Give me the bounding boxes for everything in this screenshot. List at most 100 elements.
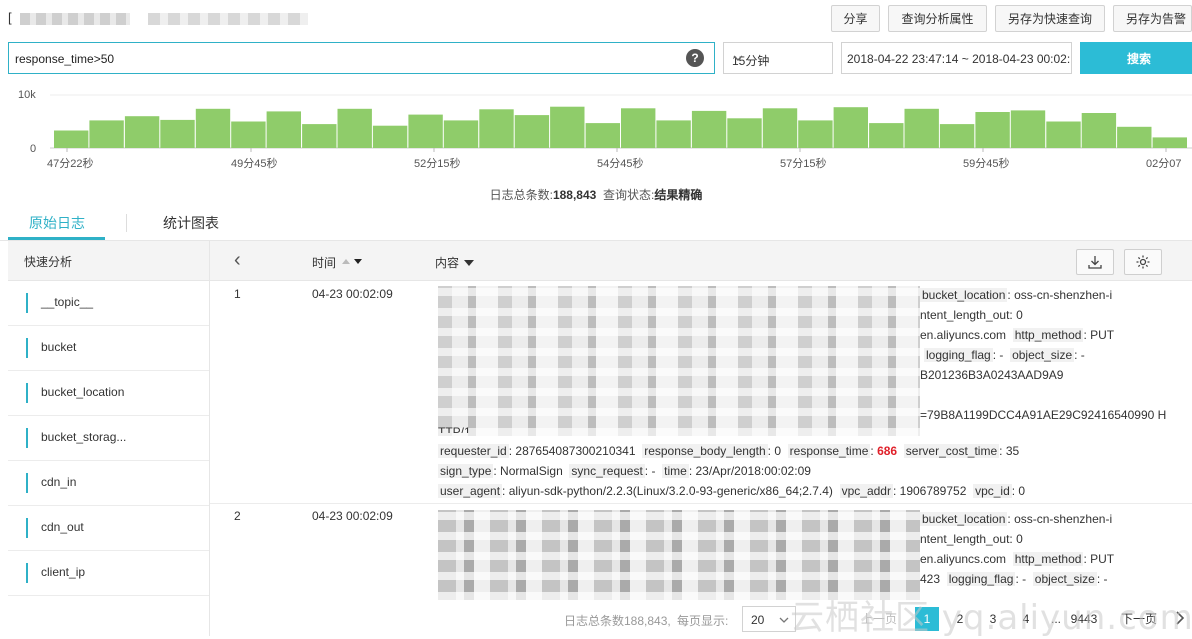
histogram-bar[interactable] [160, 119, 195, 148]
histogram-bar[interactable] [798, 120, 833, 148]
kv-http-version: TTP/1. [438, 425, 475, 433]
per-page-select[interactable]: 20 [742, 606, 796, 632]
field-marker [26, 518, 28, 538]
log-row-2: 2 04-23 00:02:09 bucket_location: oss-cn… [210, 504, 1192, 604]
histogram-bar[interactable] [691, 110, 727, 148]
histogram-bar[interactable] [585, 123, 620, 148]
query-text: response_time>50 [15, 52, 115, 66]
histogram-bar[interactable] [550, 106, 585, 148]
share-button[interactable]: 分享 [831, 5, 880, 32]
content-dropdown-icon[interactable] [463, 256, 475, 270]
histogram-x-label: 49分45秒 [231, 156, 277, 170]
kv-logging-flag: logging_flag: - object_size: - [924, 348, 1085, 362]
histogram-bar[interactable] [1081, 113, 1117, 148]
watermark: 云栖社区 yq.aliyun.com [790, 598, 1192, 638]
sidebar-item-client-ip[interactable]: client_ip [8, 551, 209, 596]
row-time: 04-23 00:02:09 [312, 509, 393, 523]
sidebar-item-bucket[interactable]: bucket [8, 326, 209, 371]
kv-endpoint: en.aliyuncs.com http_method: PUT [920, 328, 1115, 342]
histogram-bar[interactable] [195, 108, 231, 148]
sidebar-item-bucket-storage[interactable]: bucket_storag... [8, 416, 209, 461]
histogram-bar[interactable] [372, 125, 408, 148]
sidebar-item-bucket-location[interactable]: bucket_location [8, 371, 209, 416]
kv-content-length-out: ntent_length_out: 0 [920, 308, 1023, 322]
sidebar-item-label: cdn_out [41, 520, 84, 534]
histogram-x-label: 52分15秒 [414, 156, 460, 170]
query-properties-button[interactable]: 查询分析属性 [888, 5, 987, 32]
histogram-bar[interactable] [1010, 110, 1046, 148]
field-marker [26, 473, 28, 493]
log-table-header: ‹ 时间 内容 [210, 241, 1192, 281]
window-title: [ [8, 10, 308, 28]
histogram-bar[interactable] [337, 108, 372, 148]
kv-logging-flag: 423 logging_flag: - object_size: - [920, 572, 1108, 586]
histogram-bar[interactable] [124, 116, 160, 148]
kv-request-id-tail: B201236B3A0243AAD9A9 [920, 368, 1064, 382]
histogram-bar[interactable] [1046, 121, 1081, 149]
histogram-bar[interactable] [408, 114, 443, 148]
column-time[interactable]: 时间 [312, 254, 336, 271]
row-index: 1 [234, 287, 241, 301]
sort-icon[interactable] [341, 255, 365, 269]
redacted-title [20, 13, 130, 25]
total-count: 188,843 [552, 188, 597, 202]
sidebar-item-topic[interactable]: __topic__ [8, 281, 209, 326]
histogram-bar[interactable] [54, 130, 89, 149]
sidebar-item-cdn-out[interactable]: cdn_out [8, 506, 209, 551]
histogram-x-label: 57分15秒 [780, 156, 826, 170]
histogram-bar[interactable] [975, 112, 1010, 148]
row-time: 04-23 00:02:09 [312, 287, 393, 301]
histogram-bar[interactable] [621, 108, 656, 149]
date-range-input[interactable]: 2018-04-22 23:47:14 ~ 2018-04-23 00:02:1… [841, 42, 1072, 74]
y-axis-zero-label: 0 [30, 143, 36, 155]
tab-raw-logs[interactable]: 原始日志 [29, 213, 85, 233]
per-page-label: 每页显示: [677, 614, 729, 628]
histogram-bar[interactable] [869, 123, 904, 148]
save-as-alert-button[interactable]: 另存为告警 [1113, 5, 1192, 32]
histogram-bar[interactable] [231, 121, 266, 149]
histogram-bar[interactable] [904, 108, 939, 148]
kv-endpoint: en.aliyuncs.com http_method: PUT [920, 552, 1115, 566]
histogram-bar[interactable] [833, 107, 868, 148]
histogram-bar[interactable] [89, 120, 124, 148]
row-index: 2 [234, 509, 241, 523]
help-icon[interactable]: ? [686, 49, 704, 67]
histogram-bar[interactable] [939, 124, 975, 148]
settings-button[interactable] [1124, 249, 1162, 275]
sidebar-item-label: bucket [41, 340, 77, 354]
query-input[interactable]: response_time>50 ? [8, 42, 715, 74]
kv-request-uri-tail: =79B8A1199DCC4A91AE29C92416540990 H [920, 408, 1167, 422]
log-row-1: 1 04-23 00:02:09 bucket_location: oss-cn… [210, 282, 1192, 504]
save-quick-query-button[interactable]: 另存为快速查询 [995, 5, 1105, 32]
histogram-x-label: 02分07 [1146, 157, 1181, 170]
quick-analysis-sidebar: 快速分析 __topic__ bucket bucket_location bu… [8, 241, 210, 636]
histogram-bar[interactable] [727, 118, 762, 148]
sidebar-item-label: bucket_storag... [41, 430, 127, 444]
pager-total: 日志总条数188,843, [564, 614, 671, 628]
histogram-bar[interactable] [302, 124, 337, 148]
redacted-content [438, 510, 920, 600]
time-range-select[interactable]: 15分钟 [723, 42, 833, 74]
download-button[interactable] [1076, 249, 1114, 275]
histogram-bar[interactable] [656, 120, 691, 148]
histogram-bar[interactable] [443, 120, 479, 148]
date-range-text: 2018-04-22 23:47:14 ~ 2018-04-23 00:02:1… [847, 52, 1072, 66]
histogram-bar[interactable] [266, 111, 301, 148]
download-icon [1088, 256, 1102, 269]
histogram-bar[interactable] [1152, 137, 1187, 148]
redacted-title-2 [148, 13, 308, 25]
sidebar-item-cdn-in[interactable]: cdn_in [8, 461, 209, 506]
search-button[interactable]: 搜索 [1080, 42, 1192, 74]
histogram-bar[interactable] [762, 108, 798, 149]
sidebar-item-label: cdn_in [41, 475, 77, 489]
histogram-bar[interactable] [479, 109, 514, 148]
histogram-bar[interactable] [514, 115, 550, 148]
column-content[interactable]: 内容 [435, 254, 459, 271]
histogram-bar[interactable] [1117, 126, 1152, 148]
log-histogram: 10k 0 47分22秒 49分45秒 52分15秒 54分45秒 57分15秒 59分4… [18, 89, 1192, 170]
kv-bucket-location: bucket_location: oss-cn-shenzhen-i [920, 512, 1113, 526]
field-marker [26, 338, 28, 358]
y-axis-top-label: 10k [18, 89, 36, 101]
tab-statistics-chart[interactable]: 统计图表 [163, 213, 219, 233]
collapse-sidebar-button[interactable]: ‹ [234, 249, 241, 272]
